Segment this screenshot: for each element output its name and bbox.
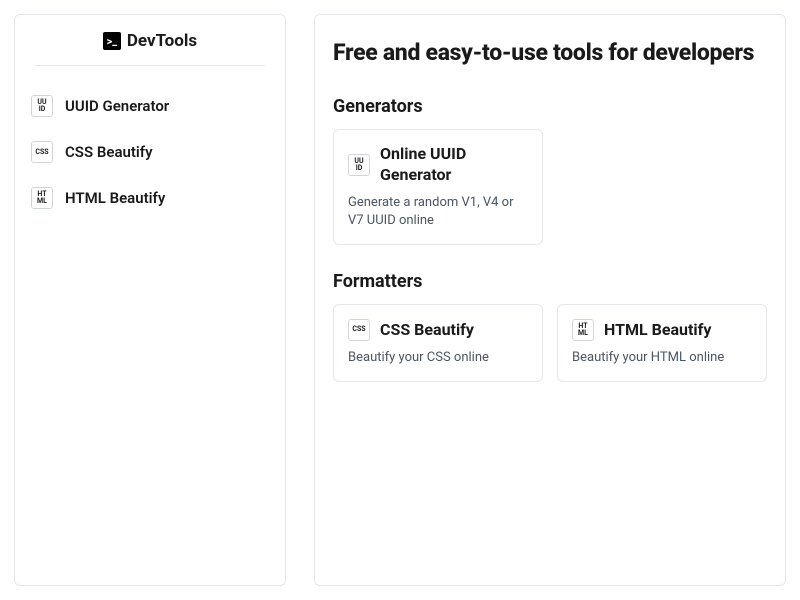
main-content: Free and easy-to-use tools for developer… <box>314 14 786 586</box>
card-title: Online UUID Generator <box>380 144 528 186</box>
sidebar-item-label: CSS Beautify <box>65 143 153 161</box>
sidebar-item-label: UUID Generator <box>65 97 169 115</box>
html-icon: HT ML <box>572 319 594 341</box>
formatters-grid: CSS CSS Beautify Beautify your CSS onlin… <box>333 304 767 382</box>
section-title-formatters: Formatters <box>333 271 767 292</box>
sidebar: >_ DevTools UU ID UUID Generator CSS CSS… <box>14 14 286 586</box>
uuid-icon: UU ID <box>348 154 370 176</box>
card-title: CSS Beautify <box>380 320 474 341</box>
card-html-beautify[interactable]: HT ML HTML Beautify Beautify your HTML o… <box>557 304 767 382</box>
card-description: Beautify your HTML online <box>572 349 752 367</box>
css-icon: CSS <box>31 141 53 163</box>
brand-logo[interactable]: >_ DevTools <box>35 31 265 66</box>
card-description: Generate a random V1, V4 or V7 UUID onli… <box>348 194 528 230</box>
css-icon: CSS <box>348 319 370 341</box>
sidebar-item-css-beautify[interactable]: CSS CSS Beautify <box>25 130 275 174</box>
card-uuid-generator[interactable]: UU ID Online UUID Generator Generate a r… <box>333 129 543 245</box>
card-css-beautify[interactable]: CSS CSS Beautify Beautify your CSS onlin… <box>333 304 543 382</box>
brand-name: DevTools <box>127 31 197 51</box>
uuid-icon: UU ID <box>31 95 53 117</box>
sidebar-item-uuid-generator[interactable]: UU ID UUID Generator <box>25 84 275 128</box>
card-description: Beautify your CSS online <box>348 349 528 367</box>
sidebar-item-label: HTML Beautify <box>65 189 165 207</box>
page-title: Free and easy-to-use tools for developer… <box>333 39 767 66</box>
section-title-generators: Generators <box>333 96 767 117</box>
terminal-icon: >_ <box>103 32 121 50</box>
html-icon: HT ML <box>31 187 53 209</box>
sidebar-item-html-beautify[interactable]: HT ML HTML Beautify <box>25 176 275 220</box>
generators-grid: UU ID Online UUID Generator Generate a r… <box>333 129 767 245</box>
card-title: HTML Beautify <box>604 320 711 341</box>
